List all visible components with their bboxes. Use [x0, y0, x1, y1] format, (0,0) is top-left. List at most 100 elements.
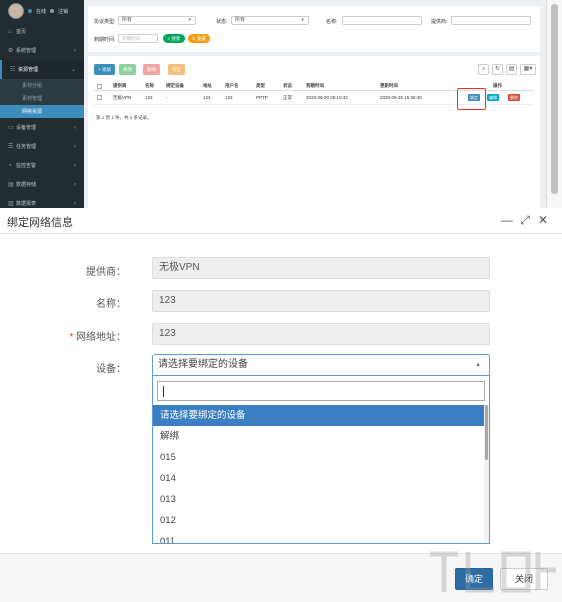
- sidebar-subitem-network-resources[interactable]: 网络资源: [0, 105, 84, 118]
- sidebar-item-devices[interactable]: ▭ 设备管理 ‹: [0, 118, 84, 137]
- edit-button[interactable]: 修改: [119, 64, 136, 75]
- device-select-value: 请选择要绑定的设备: [158, 359, 248, 370]
- sidebar: 在线 注销 ⌂ 首页 ⚙ 系统管理 ‹ ☷ 资源管理 ⌄ 素材分组 素材管理 网…: [0, 0, 84, 208]
- header-cell: 绑定设备: [166, 83, 184, 88]
- sidebar-item-monitor[interactable]: ◔ 监控告警 ‹: [0, 156, 84, 175]
- toggle-view-icon[interactable]: ▤: [506, 64, 517, 75]
- option-011[interactable]: 011: [153, 531, 489, 543]
- header-cell: 类型: [256, 83, 265, 88]
- sidebar-subitem-material-manage[interactable]: 素材管理: [0, 92, 84, 105]
- refresh-icon[interactable]: ↻: [492, 64, 503, 75]
- chevron-left-icon: ‹: [74, 47, 76, 54]
- provider-label: 提供商:: [431, 19, 448, 25]
- name-input[interactable]: [342, 16, 422, 25]
- add-button[interactable]: + 添加: [94, 64, 115, 75]
- minimize-icon[interactable]: —: [500, 212, 514, 228]
- option-014[interactable]: 014: [153, 468, 489, 489]
- database-icon: ▤: [8, 182, 14, 188]
- columns-icon[interactable]: ▦▾: [520, 64, 536, 75]
- table-footer: 第 1 到 1 条，共 1 条记录。: [96, 115, 152, 120]
- chevron-down-icon: ⌄: [70, 67, 76, 73]
- tasks-icon: ☰: [8, 144, 14, 150]
- bell-icon: ◔: [8, 162, 12, 169]
- confirm-button[interactable]: 确定: [455, 568, 493, 590]
- table-cell: 123: [145, 95, 153, 100]
- dialog-footer: 确定 关闭: [0, 553, 562, 602]
- dropdown-scrollbar[interactable]: [484, 405, 489, 543]
- sidebar-item-label: 资源管理: [18, 67, 39, 73]
- row-delete-button[interactable]: 删除: [508, 94, 520, 101]
- name-label: 名称:: [326, 19, 338, 25]
- chevron-left-icon: ‹: [74, 181, 76, 188]
- close-button[interactable]: 关闭: [500, 568, 548, 590]
- row-edit-button[interactable]: 编辑: [487, 94, 499, 101]
- search-icon[interactable]: ⌕: [478, 64, 489, 75]
- chevron-left-icon: ‹: [74, 124, 76, 131]
- header-cell: 地址: [203, 83, 212, 88]
- logout-link[interactable]: 注销: [58, 8, 68, 15]
- table-cell: -: [166, 95, 168, 100]
- option-012[interactable]: 012: [153, 510, 489, 531]
- expire-label: 到期时间:: [94, 37, 116, 43]
- option-013[interactable]: 013: [153, 489, 489, 510]
- provider-input[interactable]: [451, 16, 531, 25]
- sidebar-item-resources[interactable]: ☷ 资源管理 ⌄: [0, 60, 84, 79]
- device-select[interactable]: 请选择要绑定的设备 ▲: [152, 354, 490, 376]
- filter-panel: 协议类型: 所有 ▾ 状态: 所有 ▾ 名称: 提供商: 到期时间: 到期时间 …: [88, 6, 540, 52]
- option-unbind[interactable]: 解绑: [153, 426, 489, 447]
- option-015[interactable]: 015: [153, 447, 489, 468]
- name-label: 名称：: [96, 299, 126, 310]
- required-mark: *: [69, 332, 74, 343]
- sidebar-item-reports[interactable]: ▥ 数据报表 ‹: [0, 194, 84, 208]
- sidebar-subitem-material-group[interactable]: 素材分组: [0, 79, 84, 92]
- protocol-select[interactable]: 所有 ▾: [118, 16, 196, 25]
- chevron-left-icon: ‹: [74, 200, 76, 207]
- name-field: 123: [152, 290, 490, 312]
- sidebar-item-storage[interactable]: ▤ 数据存储 ‹: [0, 175, 84, 194]
- header-cell: 操作: [493, 83, 502, 88]
- expire-input[interactable]: 到期时间: [118, 34, 158, 43]
- sidebar-item-home[interactable]: ⌂ 首页: [0, 22, 84, 41]
- search-button[interactable]: ⌕ 搜索: [163, 34, 185, 43]
- header-cell: 状态: [283, 83, 292, 88]
- header-cell: 用户名: [225, 83, 239, 88]
- table-cell: 123: [225, 95, 233, 100]
- status-select[interactable]: 所有 ▾: [231, 16, 309, 25]
- option-placeholder[interactable]: 请选择要绑定的设备: [153, 405, 489, 426]
- scrollbar-thumb[interactable]: [551, 4, 558, 194]
- chevron-left-icon: ‹: [74, 143, 76, 150]
- search-icon: ⌕: [167, 36, 171, 41]
- protocol-select-value: 所有: [122, 17, 133, 23]
- admin-app-background: 在线 注销 ⌂ 首页 ⚙ 系统管理 ‹ ☷ 资源管理 ⌄ 素材分组 素材管理 网…: [0, 0, 562, 208]
- gear-icon: ⚙: [8, 48, 14, 54]
- sidebar-item-label: 首页: [16, 29, 27, 35]
- sidebar-item-system[interactable]: ⚙ 系统管理 ‹: [0, 41, 84, 60]
- close-icon[interactable]: ✕: [536, 212, 550, 228]
- row-checkbox[interactable]: [97, 95, 102, 100]
- chart-icon: ▥: [8, 201, 14, 207]
- sidebar-item-label: 数据存储: [16, 182, 37, 188]
- header-cell: 名称: [145, 83, 154, 88]
- header-cell: 提供商: [113, 83, 127, 88]
- sidebar-item-label: 数据报表: [16, 201, 37, 207]
- sidebar-item-tasks[interactable]: ☰ 任务管理 ‹: [0, 137, 84, 156]
- highlight-box: [457, 88, 486, 110]
- sitemap-icon: ☷: [10, 67, 16, 73]
- maximize-icon[interactable]: ⤢: [518, 212, 532, 228]
- reset-button-label: 重置: [197, 36, 207, 41]
- reset-button[interactable]: ↻ 重置: [188, 34, 210, 43]
- online-status-text: 在线: [36, 8, 47, 15]
- page-scrollbar[interactable]: [546, 0, 562, 208]
- dialog-header: 绑定网络信息 — ⤢ ✕: [0, 208, 562, 234]
- table-cell: 正常: [283, 95, 292, 100]
- select-all-checkbox[interactable]: [97, 84, 102, 89]
- device-search-input[interactable]: [157, 381, 485, 401]
- caret-down-icon: ▾: [301, 17, 304, 23]
- export-button[interactable]: 导出: [168, 64, 185, 75]
- provider-label: 提供商：: [86, 267, 126, 278]
- delete-button[interactable]: 删除: [143, 64, 160, 75]
- user-panel: 在线 注销: [0, 0, 84, 22]
- table-cell: 2020-09-25 15:36:48: [380, 95, 422, 100]
- sidebar-item-label: 设备管理: [16, 125, 37, 131]
- dropdown-scrollbar-thumb[interactable]: [485, 405, 488, 460]
